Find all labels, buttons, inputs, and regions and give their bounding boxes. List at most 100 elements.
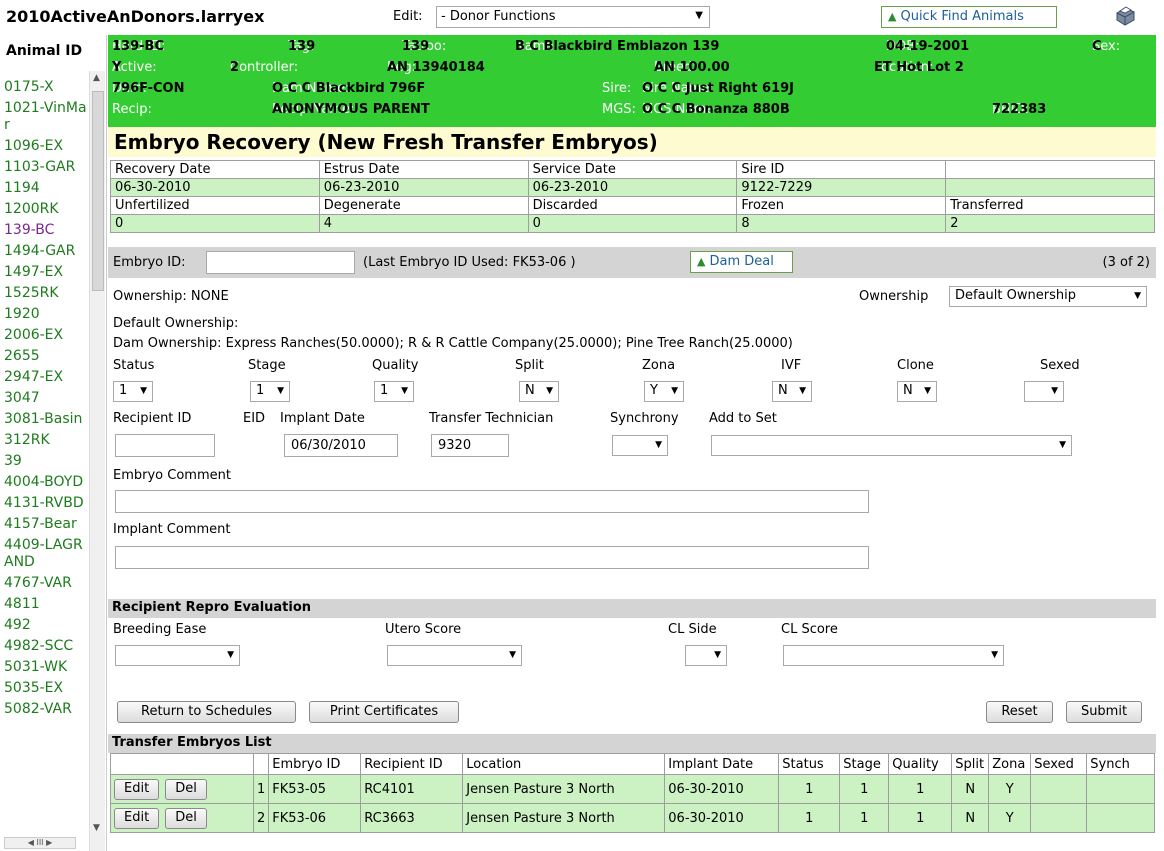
quick-find-animals-button[interactable]: ▲ Quick Find Animals <box>881 6 1057 28</box>
edit-button[interactable]: Edit <box>114 778 160 800</box>
sidebar-item-animal[interactable]: 4157-Bear <box>4 516 88 533</box>
sidebar-item-animal[interactable]: 1494-GAR <box>4 243 88 260</box>
implant-date-input[interactable]: 06/30/2010 <box>284 434 398 457</box>
transfer-technician-input[interactable]: 9320 <box>431 434 509 457</box>
sidebar-item-animal[interactable]: 1525RK <box>4 285 88 302</box>
sidebar-item-animal[interactable]: 3081-Basin <box>4 411 88 428</box>
sidebar-item-animal[interactable]: 1021-VinMar <box>4 100 88 134</box>
sidebar-item-animal[interactable]: 4982-SCC <box>4 638 88 655</box>
dam-deal-button[interactable]: ▲ Dam Deal <box>690 251 793 273</box>
utero-score-select[interactable]: ▼ <box>387 645 522 666</box>
edit-button[interactable]: Edit <box>114 807 160 829</box>
stage-select[interactable]: 1 ▼ <box>250 381 290 402</box>
header-row-2: Active: Y Controller: 2 Reg: AN 13940184… <box>112 60 964 75</box>
cl-side-label: CL Side <box>668 622 717 637</box>
sexed-select[interactable]: ▼ <box>1024 381 1064 402</box>
embryo-comment-input[interactable] <box>115 490 869 513</box>
sidebar-item-animal[interactable]: 4767-VAR <box>4 575 88 592</box>
implant-comment-input[interactable] <box>115 546 869 569</box>
scroll-down-icon[interactable]: ▼ <box>93 823 100 833</box>
breeding-ease-select[interactable]: ▼ <box>115 645 240 666</box>
sidebar-item-animal[interactable]: 1103-GAR <box>4 159 88 176</box>
cl-score-label: CL Score <box>781 622 838 637</box>
printer-icon[interactable] <box>1112 4 1138 28</box>
sidebar-item-animal[interactable]: 4409-LAGRAND <box>4 537 88 571</box>
status-label: Status <box>113 358 155 373</box>
sidebar-item-animal[interactable]: 5035-EX <box>4 680 88 697</box>
clone-select[interactable]: N ▼ <box>897 381 937 402</box>
synchrony-select[interactable]: ▼ <box>612 435 668 456</box>
sidebar-item-animal[interactable]: 492 <box>4 617 88 634</box>
delete-button[interactable]: Del <box>165 778 207 800</box>
estrus-date-label: Estrus Date <box>318 160 529 179</box>
frozen-value: 8 <box>736 214 947 233</box>
ownership-select[interactable]: Default Ownership ▼ <box>949 286 1147 307</box>
scroll-thumb[interactable] <box>92 91 104 291</box>
service-date-value: 06-23-2010 <box>527 178 738 197</box>
delete-button[interactable]: Del <box>165 807 207 829</box>
sidebar-item-animal[interactable]: 1200RK <box>4 201 88 218</box>
recovery-value-row-1: 06-30-2010 06-23-2010 06-23-2010 9122-72… <box>110 178 1155 197</box>
status-select[interactable]: 1 ▼ <box>113 381 153 402</box>
embryo-id-input[interactable] <box>206 251 355 274</box>
add-to-set-select[interactable]: ▼ <box>711 435 1072 456</box>
empty-value <box>945 178 1155 197</box>
zona-cell: Y <box>988 774 1032 804</box>
split-select[interactable]: N ▼ <box>519 381 559 402</box>
cl-side-select[interactable]: ▼ <box>685 645 727 666</box>
quality-cell: 1 <box>888 774 953 804</box>
utero-score-label: Utero Score <box>385 622 462 637</box>
sidebar-item-animal[interactable]: 139-BC <box>4 222 88 239</box>
recipient-id-input[interactable] <box>115 434 215 457</box>
sidebar-item-animal[interactable]: 3047 <box>4 390 88 407</box>
sidebar-item-animal[interactable]: 4004-BOYD <box>4 474 88 491</box>
cl-score-select[interactable]: ▼ <box>783 645 1004 666</box>
transfer-table-header-row: Embryo ID Recipient ID Location Implant … <box>110 753 1155 775</box>
sidebar-item-animal[interactable]: 2655 <box>4 348 88 365</box>
sidebar-item-animal[interactable]: 1920 <box>4 306 88 323</box>
implant-date-label: Implant Date <box>280 411 365 426</box>
print-certificates-button[interactable]: Print Certificates <box>309 701 459 723</box>
scroll-up-icon[interactable]: ▲ <box>93 73 100 83</box>
quick-find-label: Quick Find Animals <box>900 9 1024 24</box>
sidebar-item-animal[interactable]: 1497-EX <box>4 264 88 281</box>
implant-date-cell: 06-30-2010 <box>664 803 780 833</box>
table-row: Edit Del 1 FK53-05 RC4101 Jensen Pasture … <box>110 774 1155 804</box>
reset-button[interactable]: Reset <box>986 701 1053 723</box>
implant-comment-label: Implant Comment <box>113 522 231 537</box>
chevron-down-icon: ▼ <box>509 650 516 660</box>
sire-id-label: Sire ID <box>736 160 947 179</box>
sidebar-item-animal[interactable]: 1194 <box>4 180 88 197</box>
top-bar: 2010ActiveAnDonors.larryex Edit: - Donor… <box>0 0 1164 35</box>
sidebar-item-animal[interactable]: 0175-X <box>4 79 88 96</box>
sidebar-scrollbar[interactable]: ▲ ▼ <box>89 71 105 851</box>
col-implant-date: Implant Date <box>664 753 780 775</box>
recipient-id-label: Recipient ID <box>113 411 192 426</box>
sidebar-item-animal[interactable]: 39 <box>4 453 88 470</box>
recovery-summary-table: Recovery Date Estrus Date Service Date S… <box>110 160 1155 233</box>
edit-function-select[interactable]: - Donor Functions ▼ <box>436 6 710 28</box>
return-to-schedules-button[interactable]: Return to Schedules <box>117 701 296 723</box>
sidebar-item-animal[interactable]: 312RK <box>4 432 88 449</box>
quality-select[interactable]: 1 ▼ <box>374 381 414 402</box>
chevron-down-icon: ▼ <box>277 386 284 396</box>
sidebar-item-animal[interactable]: 2947-EX <box>4 369 88 386</box>
zona-label: Zona <box>642 358 676 373</box>
sidebar-item-animal[interactable]: 2006-EX <box>4 327 88 344</box>
sidebar-item-animal[interactable]: 1096-EX <box>4 138 88 155</box>
stage-label: Stage <box>248 358 286 373</box>
sidebar-item-animal[interactable]: 5031-WK <box>4 659 88 676</box>
submit-button[interactable]: Submit <box>1066 701 1142 723</box>
embryo-id-label: Embryo ID: <box>113 255 186 270</box>
sidebar-item-animal[interactable]: 5082-VAR <box>4 701 88 718</box>
zona-select[interactable]: Y ▼ <box>644 381 684 402</box>
col-quality: Quality <box>888 753 953 775</box>
ivf-select[interactable]: N ▼ <box>772 381 812 402</box>
sidebar-item-animal[interactable]: 4131-RVBD <box>4 495 88 512</box>
split-cell: N <box>951 774 990 804</box>
transfer-technician-label: Transfer Technician <box>429 411 554 426</box>
horizontal-scrollbar[interactable]: ◀ III ▶ <box>4 837 76 849</box>
quality-cell: 1 <box>888 803 953 833</box>
last-embryo-id-used: (Last Embryo ID Used: FK53-06 ) <box>363 255 576 270</box>
sidebar-item-animal[interactable]: 4811 <box>4 596 88 613</box>
